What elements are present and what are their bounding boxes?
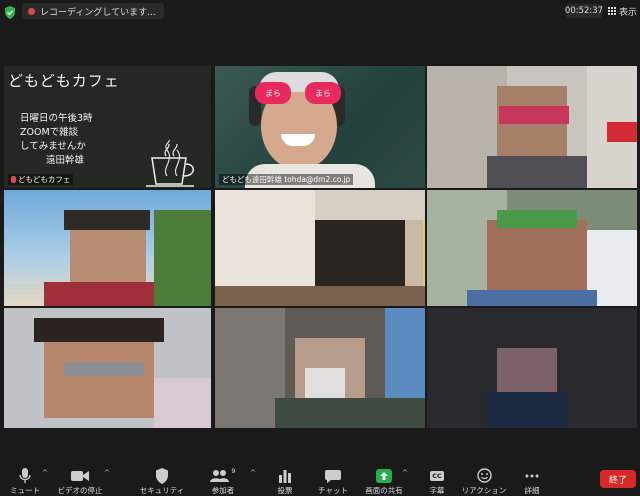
smiley-icon: [476, 467, 492, 484]
microphone-icon: [19, 467, 31, 484]
meeting-timer: 00:52:37: [564, 4, 604, 18]
mute-button[interactable]: ミュート: [10, 458, 40, 496]
polls-button[interactable]: 投票: [270, 458, 300, 496]
chat-bubble-icon: [325, 467, 341, 484]
video-tile-host[interactable]: まら まら どもども遠田幹雄 tohda@dm2.co.jp: [215, 66, 425, 188]
participant-name: どもども遠田幹雄 tohda@dm2.co.jp: [219, 174, 354, 185]
mic-muted-icon: [11, 176, 16, 183]
bar-chart-icon: [278, 467, 292, 484]
stop-video-button[interactable]: ビデオの停止: [57, 458, 103, 496]
novelty-glasses-left: まら: [255, 82, 291, 104]
recording-text: レコーディングしています...: [40, 7, 156, 18]
share-options-caret-icon[interactable]: ^: [402, 469, 408, 477]
video-tile-participant-3[interactable]: [427, 66, 637, 188]
message-line-3: してみませんか: [20, 141, 86, 152]
video-tile-participant-9[interactable]: [427, 308, 637, 428]
more-dots-icon: [525, 467, 539, 484]
message-line-2: ZOOMで雑談: [20, 127, 79, 138]
recording-indicator[interactable]: レコーディングしています...: [22, 3, 164, 19]
view-label: 表示: [619, 7, 638, 18]
video-options-caret-icon[interactable]: ^: [104, 469, 110, 477]
chat-label: チャット: [318, 486, 348, 495]
recording-dot-icon: [28, 7, 35, 15]
video-tile-participant-8[interactable]: [215, 308, 425, 428]
more-label: 詳細: [524, 486, 540, 495]
polls-label: 投票: [277, 486, 293, 495]
video-tile-participant-6[interactable]: [427, 190, 637, 306]
captions-button[interactable]: CC 字幕: [422, 458, 452, 496]
message-line-1: 日曜日の午後3時: [20, 113, 93, 124]
security-shield-icon: [155, 467, 169, 484]
video-tile-cafe[interactable]: どもどもカフェ 日曜日の午後3時 ZOOMで雑談 してみませんか 遠田幹雄 ども…: [4, 66, 211, 188]
video-label: ビデオの停止: [57, 486, 103, 495]
meeting-toolbar: ミュート ^ ビデオの停止 ^ セキュリティ 9 参加者 ^ 投票 チャット 画…: [0, 458, 640, 496]
chalkboard-title: どもどもカフェ: [8, 72, 120, 90]
video-tile-participant-7[interactable]: [4, 308, 211, 428]
share-screen-icon: [376, 467, 392, 484]
shield-icon[interactable]: [4, 4, 16, 19]
grid-view-icon: [608, 7, 616, 15]
chalkboard-message: 日曜日の午後3時 ZOOMで雑談 してみませんか 遠田幹雄: [20, 112, 93, 168]
video-camera-icon: [71, 467, 89, 484]
share-screen-button[interactable]: 画面の共有: [362, 458, 406, 496]
captions-label: 字幕: [429, 486, 445, 495]
chat-button[interactable]: チャット: [316, 458, 350, 496]
video-tile-participant-5[interactable]: [215, 190, 425, 306]
message-line-4: 遠田幹雄: [46, 155, 85, 166]
participants-count: 9: [231, 467, 236, 475]
video-tile-participant-4[interactable]: [4, 190, 211, 306]
view-button[interactable]: 表示: [608, 3, 637, 19]
participants-icon: 9: [210, 467, 236, 484]
security-button[interactable]: セキュリティ: [140, 458, 184, 496]
share-label: 画面の共有: [365, 486, 403, 495]
top-bar: レコーディングしています... 00:52:37 表示: [0, 0, 640, 22]
steam-icon: [164, 140, 181, 176]
end-meeting-button[interactable]: 終了: [600, 470, 636, 488]
participants-options-caret-icon[interactable]: ^: [250, 469, 256, 477]
security-label: セキュリティ: [139, 486, 185, 495]
mute-options-caret-icon[interactable]: ^: [42, 469, 48, 477]
participants-button[interactable]: 9 参加者: [206, 458, 240, 496]
more-button[interactable]: 詳細: [520, 458, 544, 496]
reactions-button[interactable]: リアクション: [462, 458, 506, 496]
novelty-glasses-right: まら: [305, 82, 341, 104]
participants-label: 参加者: [211, 486, 235, 495]
reactions-label: リアクション: [461, 486, 507, 495]
participant-name: どもどもカフェ: [8, 174, 74, 185]
mute-label: ミュート: [10, 486, 40, 495]
closed-captions-icon: CC: [430, 470, 444, 481]
